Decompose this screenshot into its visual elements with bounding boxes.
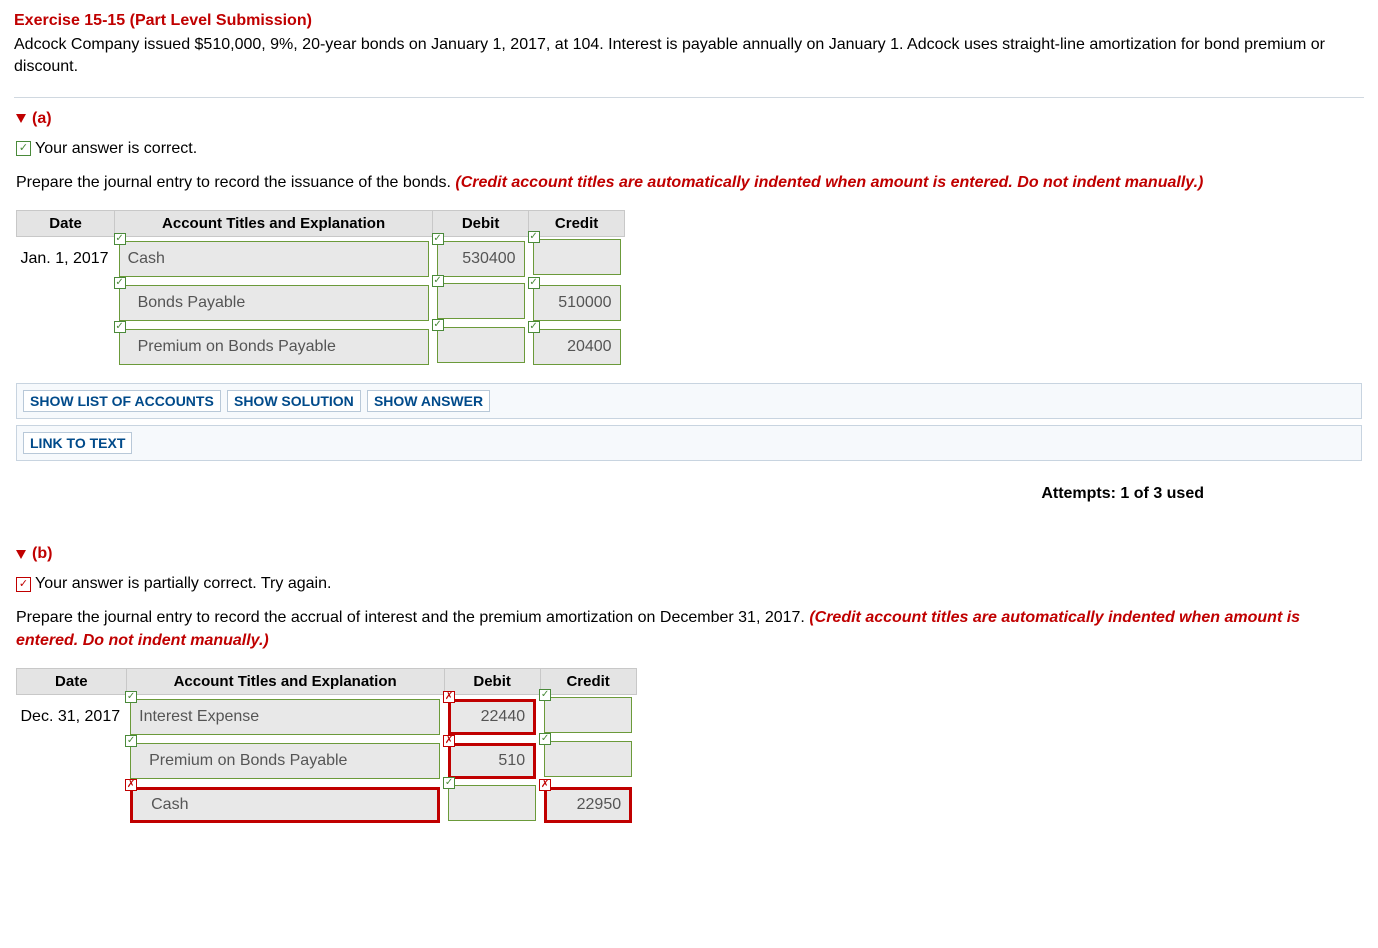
credit-input[interactable]: 20400	[533, 329, 621, 365]
check-icon	[125, 691, 137, 703]
attempts-text: Attempts: 1 of 3 used	[14, 475, 1364, 533]
part-a-label-text: (a)	[32, 110, 52, 128]
x-icon	[539, 779, 551, 791]
account-input[interactable]: Premium on Bonds Payable	[119, 329, 429, 365]
check-icon	[114, 321, 126, 333]
button-row-2: LINK TO TEXT	[16, 425, 1362, 461]
check-icon: ✓	[16, 141, 31, 156]
debit-input[interactable]: 530400	[437, 241, 525, 277]
part-b-instruction-text: Prepare the journal entry to record the …	[16, 609, 809, 626]
credit-input[interactable]: 22950	[544, 787, 632, 823]
journal-table-b: Date Account Titles and Explanation Debi…	[16, 668, 637, 827]
show-list-button[interactable]: SHOW LIST OF ACCOUNTS	[23, 390, 221, 412]
col-debit: Debit	[433, 211, 529, 237]
account-input[interactable]: Interest Expense	[130, 699, 440, 735]
account-input[interactable]: Cash	[130, 787, 440, 823]
account-input[interactable]: Bonds Payable	[119, 285, 429, 321]
part-a-label[interactable]: (a)	[16, 110, 1362, 128]
table-row: Premium on Bonds Payable 20400	[17, 325, 625, 369]
col-account: Account Titles and Explanation	[126, 668, 444, 694]
check-icon	[539, 733, 551, 745]
check-icon	[125, 735, 137, 747]
check-icon	[443, 777, 455, 789]
account-input[interactable]: Cash	[119, 241, 429, 277]
col-credit: Credit	[529, 211, 625, 237]
part-b-section: (b) ✓ Your answer is partially correct. …	[14, 533, 1364, 849]
check-icon	[528, 277, 540, 289]
collapse-icon	[16, 114, 26, 123]
date-cell: Jan. 1, 2017	[17, 237, 115, 282]
credit-input[interactable]: 510000	[533, 285, 621, 321]
exercise-title: Exercise 15-15 (Part Level Submission)	[14, 12, 1364, 30]
part-b-label[interactable]: (b)	[16, 545, 1362, 563]
part-b-status: ✓ Your answer is partially correct. Try …	[16, 575, 1362, 593]
part-a-instruction: Prepare the journal entry to record the …	[16, 172, 1362, 194]
collapse-icon	[16, 550, 26, 559]
x-icon	[443, 691, 455, 703]
show-answer-button[interactable]: SHOW ANSWER	[367, 390, 490, 412]
debit-input[interactable]	[448, 785, 536, 821]
part-a-status-text: Your answer is correct.	[35, 140, 197, 158]
show-solution-button[interactable]: SHOW SOLUTION	[227, 390, 361, 412]
partial-icon: ✓	[16, 577, 31, 592]
check-icon	[432, 319, 444, 331]
button-row: SHOW LIST OF ACCOUNTS SHOW SOLUTION SHOW…	[16, 383, 1362, 419]
part-b-label-text: (b)	[32, 545, 52, 563]
table-row: Bonds Payable 510000	[17, 281, 625, 325]
col-debit: Debit	[444, 668, 540, 694]
part-a-status: ✓ Your answer is correct.	[16, 140, 1362, 158]
debit-input[interactable]	[437, 327, 525, 363]
debit-input[interactable]	[437, 283, 525, 319]
check-icon	[528, 321, 540, 333]
debit-input[interactable]: 22440	[448, 699, 536, 735]
table-row: Premium on Bonds Payable 510	[17, 739, 637, 783]
date-cell: Dec. 31, 2017	[17, 694, 127, 739]
check-icon	[432, 233, 444, 245]
col-credit: Credit	[540, 668, 636, 694]
debit-input[interactable]: 510	[448, 743, 536, 779]
col-date: Date	[17, 211, 115, 237]
table-row: Cash 22950	[17, 783, 637, 827]
part-b-instruction: Prepare the journal entry to record the …	[16, 607, 1362, 652]
credit-input[interactable]	[533, 239, 621, 275]
part-a-instruction-text: Prepare the journal entry to record the …	[16, 174, 455, 191]
check-icon	[114, 233, 126, 245]
journal-table-a: Date Account Titles and Explanation Debi…	[16, 210, 625, 369]
problem-statement: Adcock Company issued $510,000, 9%, 20-y…	[14, 34, 1364, 79]
part-b-status-text: Your answer is partially correct. Try ag…	[35, 575, 331, 593]
check-icon	[528, 231, 540, 243]
link-to-text-button[interactable]: LINK TO TEXT	[23, 432, 132, 454]
col-date: Date	[17, 668, 127, 694]
check-icon	[114, 277, 126, 289]
credit-input[interactable]	[544, 697, 632, 733]
col-account: Account Titles and Explanation	[115, 211, 433, 237]
part-a-instruction-em: (Credit account titles are automatically…	[455, 174, 1203, 191]
part-a-section: (a) ✓ Your answer is correct. Prepare th…	[14, 97, 1364, 475]
check-icon	[539, 689, 551, 701]
x-icon	[443, 735, 455, 747]
table-row: Jan. 1, 2017 Cash 530400	[17, 237, 625, 282]
credit-input[interactable]	[544, 741, 632, 777]
account-input[interactable]: Premium on Bonds Payable	[130, 743, 440, 779]
check-icon	[432, 275, 444, 287]
x-icon	[125, 779, 137, 791]
